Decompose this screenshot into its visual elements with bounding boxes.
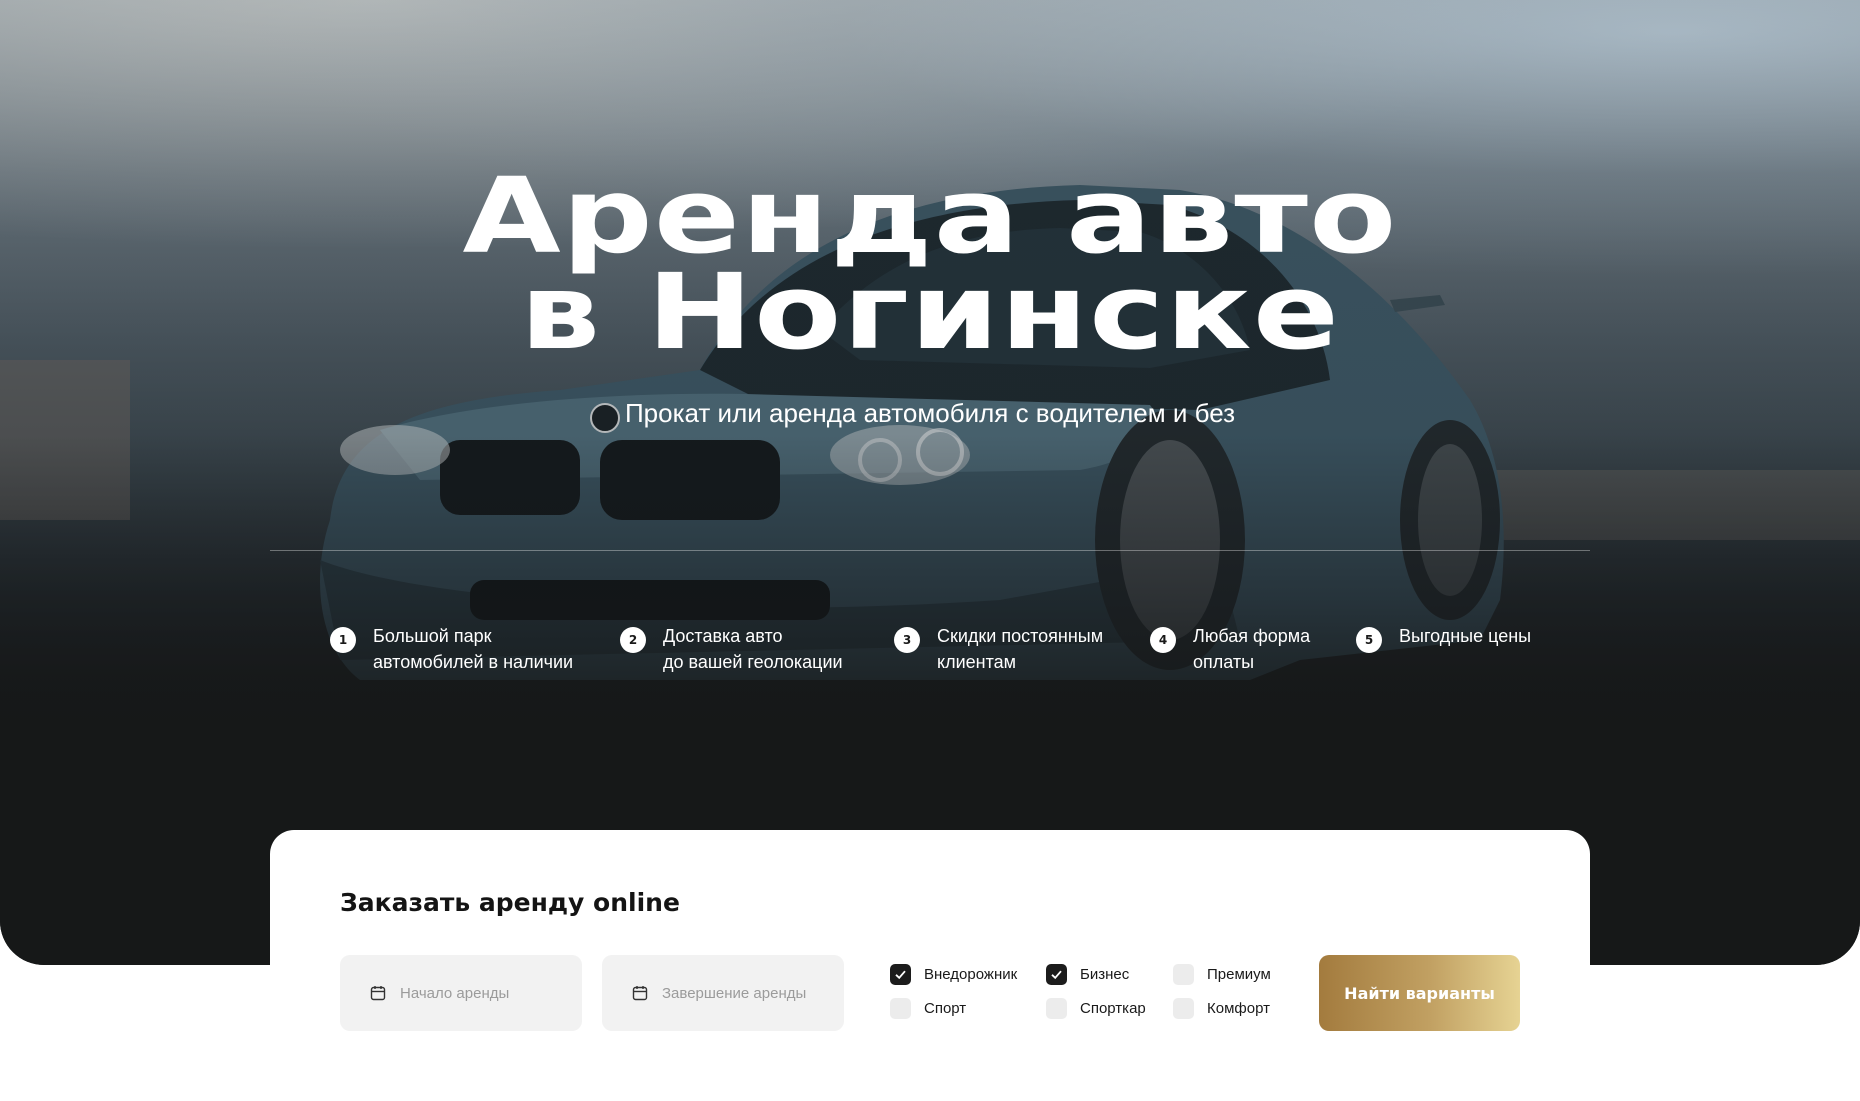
hero-divider bbox=[270, 550, 1590, 551]
feature-text: Большой парк автомобилей в наличии bbox=[373, 626, 574, 672]
hero-subtitle: Прокат или аренда автомобиля с водителем… bbox=[624, 398, 1236, 428]
feature-text: Выгодные цены bbox=[1399, 626, 1532, 646]
hero-title: Аренда авто в Ногинске bbox=[0, 155, 1860, 373]
checkbox-comfort[interactable]: Комфорт bbox=[1173, 998, 1270, 1019]
calendar-icon bbox=[370, 986, 386, 1001]
checkbox-box bbox=[890, 964, 911, 985]
checkbox-box bbox=[1173, 964, 1194, 985]
checkbox-sport[interactable]: Спорт bbox=[890, 998, 966, 1019]
feature-item: 3 Скидки постоянным клиентам bbox=[894, 623, 1103, 675]
find-options-button[interactable]: Найти варианты bbox=[1319, 955, 1520, 1031]
feature-text: Скидки постоянным клиентам bbox=[937, 626, 1104, 672]
checkbox-label: Бизнес bbox=[1080, 966, 1130, 983]
feature-number-badge: 1 bbox=[330, 627, 356, 653]
check-icon bbox=[1051, 970, 1062, 980]
rental-start-field[interactable]: Начало аренды bbox=[340, 955, 582, 1031]
feature-text: Доставка авто до вашей геолокации bbox=[663, 626, 843, 672]
feature-number-badge: 2 bbox=[620, 627, 646, 653]
checkbox-premium[interactable]: Премиум bbox=[1173, 964, 1271, 985]
checkbox-business[interactable]: Бизнес bbox=[1046, 964, 1129, 985]
check-icon bbox=[895, 970, 906, 980]
checkbox-box bbox=[1046, 998, 1067, 1019]
checkbox-box bbox=[1173, 998, 1194, 1019]
feature-item: 1 Большой парк автомобилей в наличии bbox=[330, 623, 573, 675]
order-card: Заказать аренду online Начало аренды Зав… bbox=[270, 830, 1590, 1101]
checkbox-box bbox=[890, 998, 911, 1019]
checkbox-suv[interactable]: Внедорожник bbox=[890, 964, 1017, 985]
checkbox-label: Комфорт bbox=[1207, 1000, 1270, 1017]
feature-item: 5 Выгодные цены bbox=[1356, 623, 1531, 653]
rental-end-field[interactable]: Завершение аренды bbox=[602, 955, 844, 1031]
checkbox-sportscar[interactable]: Спорткар bbox=[1046, 998, 1146, 1019]
feature-item: 2 Доставка авто до вашей геолокации bbox=[620, 623, 843, 675]
hero-overlay bbox=[0, 0, 1860, 965]
feature-number-badge: 4 bbox=[1150, 627, 1176, 653]
checkbox-label: Спорт bbox=[924, 1000, 967, 1017]
rental-end-placeholder: Завершение аренды bbox=[662, 984, 807, 1002]
feature-number-badge: 3 bbox=[894, 627, 920, 653]
order-title: Заказать аренду online bbox=[340, 888, 680, 917]
feature-item: 4 Любая форма оплаты bbox=[1150, 623, 1310, 675]
checkbox-label: Внедорожник bbox=[924, 966, 1018, 983]
checkbox-box bbox=[1046, 964, 1067, 985]
checkbox-label: Спорткар bbox=[1080, 1000, 1146, 1017]
calendar-icon bbox=[632, 986, 648, 1001]
hero-section: Аренда авто в Ногинске Прокат или аренда… bbox=[0, 0, 1860, 965]
feature-text: Любая форма оплаты bbox=[1193, 626, 1311, 672]
hero-title-line2: в Ногинске bbox=[519, 251, 1341, 373]
rental-start-placeholder: Начало аренды bbox=[400, 984, 510, 1002]
checkbox-label: Премиум bbox=[1207, 966, 1271, 983]
feature-number-badge: 5 bbox=[1356, 627, 1382, 653]
hero-title-line1: Аренда авто bbox=[462, 155, 1398, 277]
